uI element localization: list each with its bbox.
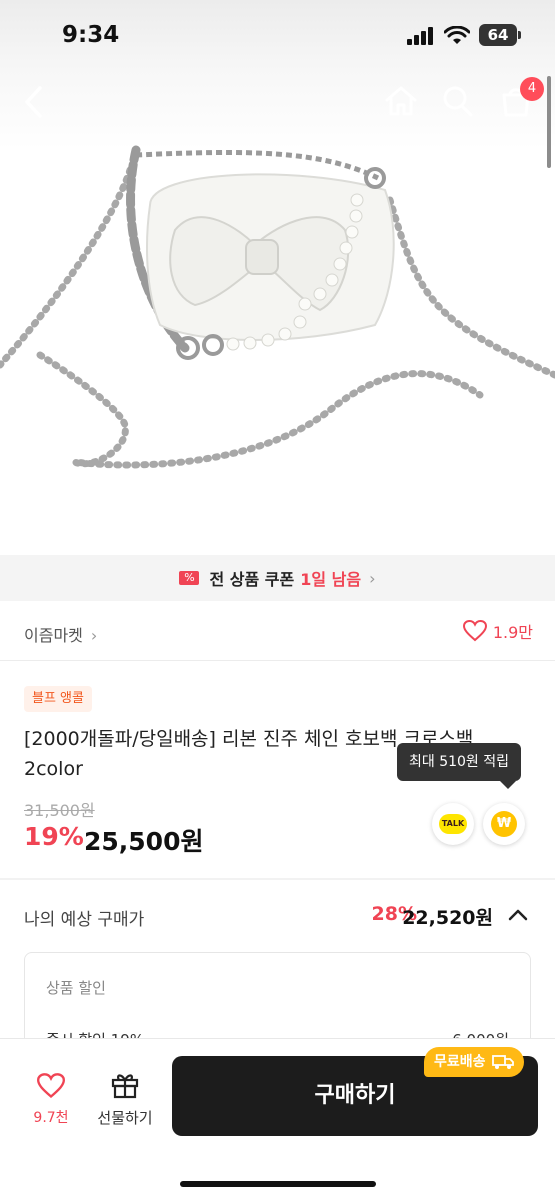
product-like-button[interactable]: 9.7천	[20, 1073, 82, 1127]
coupon-icon: %	[179, 571, 200, 585]
kakao-talk-icon: TALK	[439, 814, 467, 834]
discount-box-title: 상품 할인	[46, 979, 106, 997]
promo-badge: 블프 앵콜	[24, 686, 92, 712]
discount-rate: 19%	[24, 822, 84, 851]
cellular-signal-icon	[407, 27, 433, 45]
wifi-icon	[444, 26, 470, 44]
home-icon[interactable]	[382, 82, 420, 120]
truck-icon	[491, 1055, 514, 1069]
expected-price-value: 22,520원	[402, 907, 493, 929]
kakao-talk-button[interactable]: TALK	[432, 803, 474, 845]
search-icon[interactable]	[440, 82, 476, 120]
coupon-banner[interactable]: % 전 상품 쿠폰 1일 남음 ›	[0, 555, 555, 601]
free-shipping-label: 무료배송	[434, 1054, 486, 1070]
status-time: 9:34	[62, 22, 120, 48]
home-indicator	[180, 1181, 376, 1187]
battery-indicator: 64	[479, 24, 521, 46]
scroll-indicator	[547, 76, 551, 168]
gift-label: 선물하기	[97, 1109, 153, 1127]
store-like-button[interactable]: 1.9만	[462, 619, 533, 643]
gift-button[interactable]: 선물하기	[88, 1071, 162, 1128]
chevron-right-icon: ›	[90, 626, 98, 645]
gift-icon	[111, 1074, 139, 1099]
expected-price-label: 나의 예상 구매가	[24, 910, 145, 930]
points-button[interactable]: ₩	[483, 803, 525, 845]
points-tooltip: 최대 510원 적립	[397, 743, 522, 789]
free-shipping-badge: 무료배송	[424, 1047, 524, 1077]
section-divider	[0, 878, 555, 880]
cart-count-badge: 4	[520, 77, 544, 101]
store-like-count: 1.9만	[492, 623, 533, 642]
bottom-action-bar: 9.7천 선물하기 구매하기 무료배송	[0, 1038, 555, 1200]
product-like-count: 9.7천	[33, 1110, 69, 1126]
chevron-up-icon[interactable]	[507, 906, 529, 922]
original-price: 31,500원	[24, 801, 95, 820]
coin-icon: ₩	[491, 811, 517, 837]
sale-price: 25,500원	[84, 827, 204, 856]
heart-icon	[462, 620, 487, 642]
store-link[interactable]: 이즘마켓 ›	[24, 622, 97, 646]
coupon-remaining: 1일 남음	[300, 570, 362, 589]
status-bar: 9:34 64	[0, 0, 555, 70]
store-name: 이즘마켓	[24, 626, 83, 645]
heart-icon	[36, 1073, 66, 1099]
chevron-right-icon: ›	[369, 568, 376, 588]
back-arrow-icon[interactable]	[18, 82, 54, 122]
store-row: 이즘마켓 › 1.9만	[0, 601, 555, 661]
coupon-text: 전 상품 쿠폰	[209, 570, 295, 589]
